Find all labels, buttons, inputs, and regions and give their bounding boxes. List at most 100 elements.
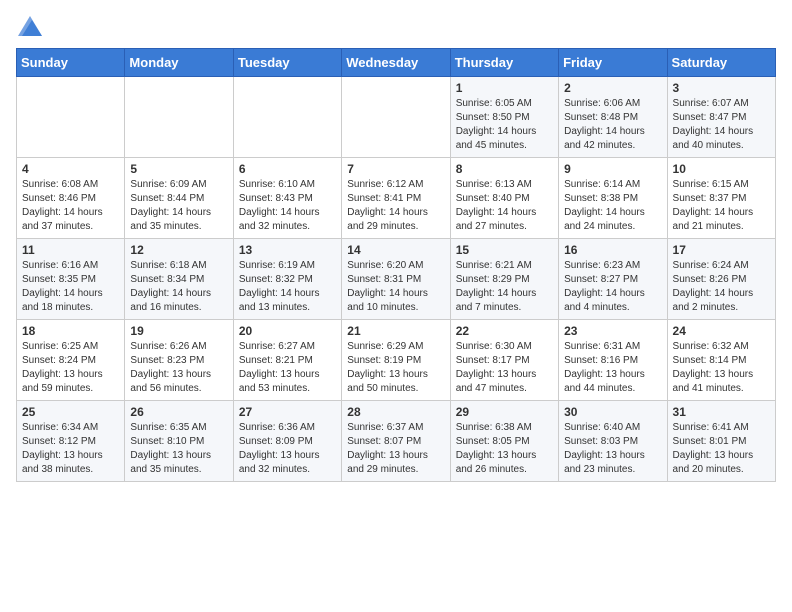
calendar-cell: 18 Sunrise: 6:25 AM Sunset: 8:24 PM Dayli… [17,320,125,401]
calendar-week-row: 18 Sunrise: 6:25 AM Sunset: 8:24 PM Dayli… [17,320,776,401]
day-number: 13 [239,243,336,257]
day-info: Sunrise: 6:27 AM Sunset: 8:21 PM Dayligh… [239,340,336,396]
day-info: Sunrise: 6:05 AM Sunset: 8:50 PM Dayligh… [456,97,553,153]
day-number: 21 [347,324,444,338]
day-info: Sunrise: 6:41 AM Sunset: 8:01 PM Dayligh… [673,421,770,477]
calendar-cell: 17 Sunrise: 6:24 AM Sunset: 8:26 PM Dayli… [667,239,775,320]
day-number: 20 [239,324,336,338]
day-info: Sunrise: 6:24 AM Sunset: 8:26 PM Dayligh… [673,259,770,315]
weekday-header-monday: Monday [125,49,233,77]
logo-icon [18,16,42,36]
calendar-cell: 24 Sunrise: 6:32 AM Sunset: 8:14 PM Dayli… [667,320,775,401]
calendar-cell: 27 Sunrise: 6:36 AM Sunset: 8:09 PM Dayli… [233,401,341,482]
calendar-cell: 23 Sunrise: 6:31 AM Sunset: 8:16 PM Dayli… [559,320,667,401]
day-number: 16 [564,243,661,257]
calendar-cell: 31 Sunrise: 6:41 AM Sunset: 8:01 PM Dayli… [667,401,775,482]
day-info: Sunrise: 6:08 AM Sunset: 8:46 PM Dayligh… [22,178,119,234]
day-info: Sunrise: 6:15 AM Sunset: 8:37 PM Dayligh… [673,178,770,234]
calendar-cell: 6Sunrise: 6:10 AM Sunset: 8:43 PM Daylig… [233,158,341,239]
day-info: Sunrise: 6:30 AM Sunset: 8:17 PM Dayligh… [456,340,553,396]
day-info: Sunrise: 6:19 AM Sunset: 8:32 PM Dayligh… [239,259,336,315]
day-number: 28 [347,405,444,419]
calendar-cell: 4Sunrise: 6:08 AM Sunset: 8:46 PM Daylig… [17,158,125,239]
day-number: 29 [456,405,553,419]
day-number: 15 [456,243,553,257]
day-number: 23 [564,324,661,338]
day-info: Sunrise: 6:32 AM Sunset: 8:14 PM Dayligh… [673,340,770,396]
calendar-cell: 3 Sunrise: 6:07 AM Sunset: 8:47 PM Daylig… [667,77,775,158]
calendar-cell: 7 Sunrise: 6:12 AM Sunset: 8:41 PM Daylig… [342,158,450,239]
calendar-cell [17,77,125,158]
day-number: 26 [130,405,227,419]
calendar-cell: 28 Sunrise: 6:37 AM Sunset: 8:07 PM Dayli… [342,401,450,482]
day-number: 3 [673,81,770,95]
calendar-cell: 11 Sunrise: 6:16 AM Sunset: 8:35 PM Dayli… [17,239,125,320]
day-info: Sunrise: 6:21 AM Sunset: 8:29 PM Dayligh… [456,259,553,315]
calendar-cell: 19Sunrise: 6:26 AM Sunset: 8:23 PM Dayli… [125,320,233,401]
calendar-cell: 15 Sunrise: 6:21 AM Sunset: 8:29 PM Dayli… [450,239,558,320]
calendar-cell: 21 Sunrise: 6:29 AM Sunset: 8:19 PM Dayli… [342,320,450,401]
day-info: Sunrise: 6:36 AM Sunset: 8:09 PM Dayligh… [239,421,336,477]
day-info: Sunrise: 6:26 AM Sunset: 8:23 PM Dayligh… [130,340,227,396]
calendar-cell: 25 Sunrise: 6:34 AM Sunset: 8:12 PM Dayli… [17,401,125,482]
day-number: 5 [130,162,227,176]
calendar-week-row: 1 Sunrise: 6:05 AM Sunset: 8:50 PM Daylig… [17,77,776,158]
day-number: 10 [673,162,770,176]
day-number: 7 [347,162,444,176]
calendar-cell: 12 Sunrise: 6:18 AM Sunset: 8:34 PM Dayli… [125,239,233,320]
calendar-cell: 10 Sunrise: 6:15 AM Sunset: 8:37 PM Dayli… [667,158,775,239]
day-info: Sunrise: 6:07 AM Sunset: 8:47 PM Dayligh… [673,97,770,153]
day-info: Sunrise: 6:23 AM Sunset: 8:27 PM Dayligh… [564,259,661,315]
day-info: Sunrise: 6:10 AM Sunset: 8:43 PM Dayligh… [239,178,336,234]
calendar-cell: 26 Sunrise: 6:35 AM Sunset: 8:10 PM Dayli… [125,401,233,482]
calendar-table: SundayMondayTuesdayWednesdayThursdayFrid… [16,48,776,482]
calendar-cell: 30Sunrise: 6:40 AM Sunset: 8:03 PM Dayli… [559,401,667,482]
day-info: Sunrise: 6:13 AM Sunset: 8:40 PM Dayligh… [456,178,553,234]
day-info: Sunrise: 6:12 AM Sunset: 8:41 PM Dayligh… [347,178,444,234]
day-number: 12 [130,243,227,257]
day-number: 14 [347,243,444,257]
day-number: 30 [564,405,661,419]
weekday-header-thursday: Thursday [450,49,558,77]
calendar-cell [342,77,450,158]
calendar-cell: 29 Sunrise: 6:38 AM Sunset: 8:05 PM Dayli… [450,401,558,482]
calendar-header-row: SundayMondayTuesdayWednesdayThursdayFrid… [17,49,776,77]
weekday-header-sunday: Sunday [17,49,125,77]
day-info: Sunrise: 6:38 AM Sunset: 8:05 PM Dayligh… [456,421,553,477]
day-number: 24 [673,324,770,338]
day-info: Sunrise: 6:31 AM Sunset: 8:16 PM Dayligh… [564,340,661,396]
calendar-cell: 14Sunrise: 6:20 AM Sunset: 8:31 PM Dayli… [342,239,450,320]
calendar-cell: 9Sunrise: 6:14 AM Sunset: 8:38 PM Daylig… [559,158,667,239]
weekday-header-saturday: Saturday [667,49,775,77]
calendar-cell [233,77,341,158]
weekday-header-friday: Friday [559,49,667,77]
day-info: Sunrise: 6:16 AM Sunset: 8:35 PM Dayligh… [22,259,119,315]
day-number: 17 [673,243,770,257]
calendar-week-row: 25 Sunrise: 6:34 AM Sunset: 8:12 PM Dayli… [17,401,776,482]
logo [16,16,42,36]
day-number: 18 [22,324,119,338]
day-number: 25 [22,405,119,419]
weekday-header-wednesday: Wednesday [342,49,450,77]
day-info: Sunrise: 6:29 AM Sunset: 8:19 PM Dayligh… [347,340,444,396]
weekday-header-tuesday: Tuesday [233,49,341,77]
calendar-week-row: 4Sunrise: 6:08 AM Sunset: 8:46 PM Daylig… [17,158,776,239]
calendar-cell: 5Sunrise: 6:09 AM Sunset: 8:44 PM Daylig… [125,158,233,239]
day-info: Sunrise: 6:18 AM Sunset: 8:34 PM Dayligh… [130,259,227,315]
day-info: Sunrise: 6:25 AM Sunset: 8:24 PM Dayligh… [22,340,119,396]
day-number: 27 [239,405,336,419]
day-info: Sunrise: 6:37 AM Sunset: 8:07 PM Dayligh… [347,421,444,477]
day-number: 22 [456,324,553,338]
calendar-cell: 22 Sunrise: 6:30 AM Sunset: 8:17 PM Dayli… [450,320,558,401]
day-info: Sunrise: 6:35 AM Sunset: 8:10 PM Dayligh… [130,421,227,477]
day-number: 31 [673,405,770,419]
day-number: 1 [456,81,553,95]
day-info: Sunrise: 6:06 AM Sunset: 8:48 PM Dayligh… [564,97,661,153]
calendar-cell: 16 Sunrise: 6:23 AM Sunset: 8:27 PM Dayli… [559,239,667,320]
calendar-cell: 8Sunrise: 6:13 AM Sunset: 8:40 PM Daylig… [450,158,558,239]
page-header [16,16,776,36]
day-info: Sunrise: 6:14 AM Sunset: 8:38 PM Dayligh… [564,178,661,234]
day-info: Sunrise: 6:34 AM Sunset: 8:12 PM Dayligh… [22,421,119,477]
day-number: 11 [22,243,119,257]
calendar-week-row: 11 Sunrise: 6:16 AM Sunset: 8:35 PM Dayli… [17,239,776,320]
